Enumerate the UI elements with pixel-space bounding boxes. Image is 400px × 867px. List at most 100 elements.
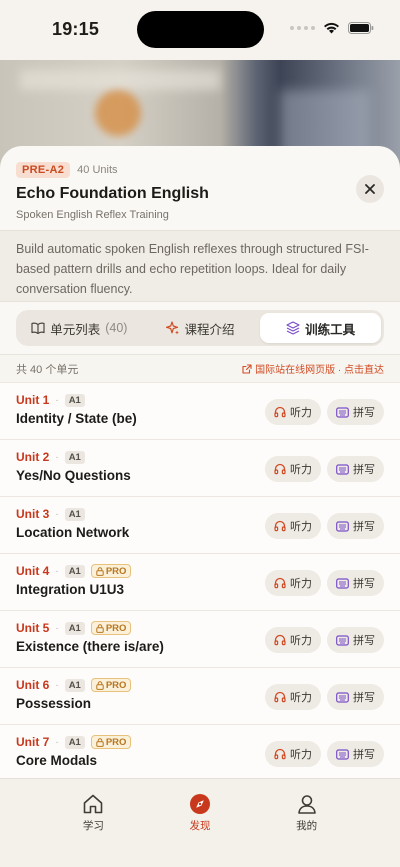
unit-number: Unit 1 [16,393,50,407]
lock-icon [96,623,104,633]
spell-label: 拼写 [353,749,375,761]
separator-dot: · [55,622,59,634]
pro-badge: PRO [90,564,132,578]
separator-dot: · [55,736,59,748]
listen-button[interactable]: 听力 [265,684,321,710]
unit-number: Unit 6 [16,678,50,692]
listen-button[interactable]: 听力 [265,741,321,767]
external-link-icon [242,363,252,374]
course-title: Echo Foundation English [16,185,209,202]
lock-icon [96,737,104,747]
listen-button[interactable]: 听力 [265,399,321,425]
book-icon [31,322,45,334]
spell-label: 拼写 [353,635,375,647]
status-time: 19:15 [52,19,100,39]
spell-button[interactable]: 拼写 [327,741,384,767]
close-icon [365,184,375,194]
tabbar-discover-label: 发现 [189,820,211,832]
spell-button[interactable]: 拼写 [327,456,384,482]
headphones-icon [274,406,286,418]
spell-label: 拼写 [353,464,375,476]
signal-icon [290,26,315,30]
separator-dot: · [55,508,59,520]
keyboard-icon [336,520,349,532]
web-version-link[interactable]: 国际站在线网页版 · 点击直达 [242,361,384,376]
separator-dot: · [55,451,59,463]
spell-label: 拼写 [353,578,375,590]
tab-training-tools[interactable]: 训练工具 [260,313,382,343]
spell-label: 拼写 [353,521,375,533]
tabbar-me-label: 我的 [296,820,318,832]
tab-unit-list-count: (40) [105,321,128,335]
headphones-icon [274,520,286,532]
listen-label: 听力 [290,464,312,476]
unit-number: Unit 7 [16,735,50,749]
web-version-link-label: 国际站在线网页版 · 点击直达 [255,365,384,376]
headphones-icon [274,577,286,589]
course-description: Build automatic spoken English reflexes … [0,230,400,302]
cefr-badge: A1 [64,507,85,521]
pro-label: PRO [105,565,127,577]
home-icon [84,794,103,814]
tab-course-intro[interactable]: 课程介绍 [140,313,261,343]
unit-row[interactable]: Unit 2 · A1 Yes/No Questions 听力 拼写 [0,439,400,496]
listen-label: 听力 [290,692,312,704]
unit-list: Unit 1 · A1 Identity / State (be) 听力 拼写 … [0,382,400,781]
bottom-tab-bar: 学习 发现 我的 [0,778,400,867]
tabbar-learn-label: 学习 [82,820,104,832]
layers-icon [286,321,300,335]
lock-icon [96,566,104,576]
unit-row[interactable]: Unit 4 · A1 PRO Integration U1U3 听力 拼写 [0,553,400,610]
unit-row[interactable]: Unit 3 · A1 Location Network 听力 拼写 [0,496,400,553]
compass-icon [189,794,210,814]
status-bar: 19:15 [0,0,400,60]
listen-button[interactable]: 听力 [265,456,321,482]
spell-button[interactable]: 拼写 [327,399,384,425]
segmented-tabs: 单元列表 (40) 课程介绍 训练工具 [16,310,384,346]
spell-button[interactable]: 拼写 [327,684,384,710]
status-icons [290,22,374,34]
pro-label: PRO [105,679,127,691]
keyboard-icon [336,748,349,760]
headphones-icon [274,634,286,646]
listen-label: 听力 [290,521,312,533]
spell-button[interactable]: 拼写 [327,570,384,596]
cefr-badge: A1 [64,393,85,407]
spell-label: 拼写 [353,692,375,704]
listen-button[interactable]: 听力 [265,627,321,653]
cefr-badge: A1 [64,450,85,464]
keyboard-icon [336,577,349,589]
tab-unit-list[interactable]: 单元列表 (40) [19,313,140,343]
separator-dot: · [55,679,59,691]
lock-icon [96,680,104,690]
close-button[interactable] [356,175,384,203]
sparkle-icon [165,321,179,335]
unit-row[interactable]: Unit 5 · A1 PRO Existence (there is/are)… [0,610,400,667]
units-count: 40 Units [77,164,118,176]
tab-training-tools-label: 训练工具 [305,322,356,337]
listen-label: 听力 [290,749,312,761]
tabbar-me[interactable]: 我的 [277,793,337,867]
headphones-icon [274,691,286,703]
pro-badge: PRO [90,678,132,692]
listen-label: 听力 [290,635,312,647]
unit-number: Unit 4 [16,564,50,578]
wifi-icon [323,22,340,34]
unit-row[interactable]: Unit 1 · A1 Identity / State (be) 听力 拼写 [0,382,400,439]
pro-label: PRO [105,622,127,634]
listen-label: 听力 [290,407,312,419]
tabbar-discover[interactable]: 发现 [170,793,230,867]
separator-dot: · [55,394,59,406]
keyboard-icon [336,634,349,646]
pro-badge: PRO [90,735,132,749]
course-sheet: PRE-A2 40 Units Echo Foundation English … [0,146,400,867]
spell-button[interactable]: 拼写 [327,627,384,653]
unit-row[interactable]: Unit 6 · A1 PRO Possession 听力 拼写 [0,667,400,724]
listen-button[interactable]: 听力 [265,513,321,539]
cefr-badge: A1 [64,735,85,749]
level-badge: PRE-A2 [16,162,71,178]
unit-row[interactable]: Unit 7 · A1 PRO Core Modals 听力 拼写 [0,724,400,781]
tabbar-learn[interactable]: 学习 [63,793,123,867]
listen-button[interactable]: 听力 [265,570,321,596]
spell-button[interactable]: 拼写 [327,513,384,539]
